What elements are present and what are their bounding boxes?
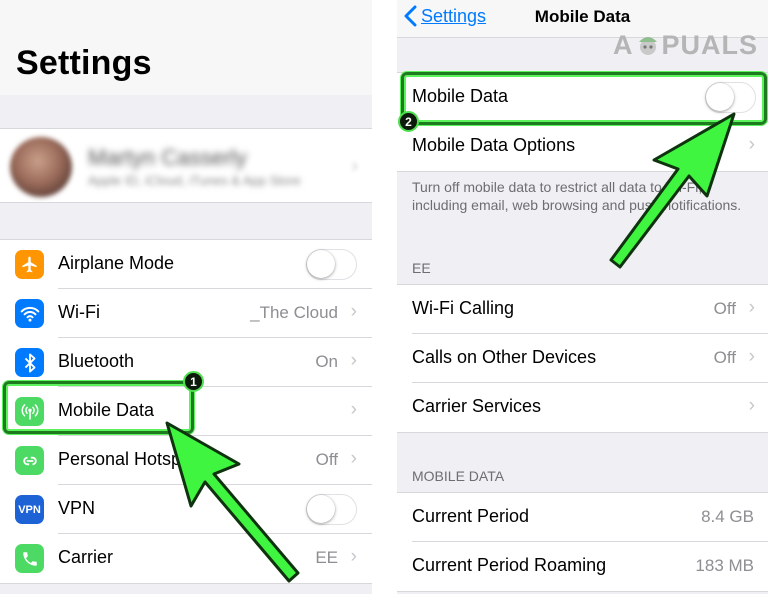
bluetooth-status-value: On xyxy=(315,352,338,371)
chevron-right-icon: › xyxy=(350,546,357,567)
chevron-right-icon: › xyxy=(351,155,358,177)
chevron-right-icon: › xyxy=(748,297,755,318)
mobile-data-options-label: Mobile Data Options xyxy=(412,135,576,155)
chevron-right-icon: › xyxy=(748,346,755,367)
carrier-services-row[interactable]: Carrier Services › xyxy=(397,383,768,432)
page-title: Settings xyxy=(16,44,152,82)
settings-row-label: Personal Hotspot xyxy=(58,449,197,469)
mobile-data-footnote: Turn off mobile data to restrict all dat… xyxy=(412,179,742,213)
airplane-icon xyxy=(15,250,44,279)
row-label: Carrier Services xyxy=(412,396,542,416)
mascot-logo-icon xyxy=(638,36,657,55)
appuals-watermark: A PUALS xyxy=(613,30,759,60)
row-value: 8.4 GB xyxy=(701,507,754,526)
step-badge-2: 2 xyxy=(398,111,419,132)
chevron-right-icon: › xyxy=(350,448,357,469)
row-value: Off xyxy=(713,299,736,318)
settings-header: Settings xyxy=(0,0,372,95)
airplane-mode-toggle[interactable] xyxy=(306,249,357,280)
phone-icon xyxy=(15,544,44,573)
ee-section-header: EE xyxy=(412,260,431,276)
wifi-network-value: _The Cloud xyxy=(250,303,338,322)
nav-title: Mobile Data xyxy=(534,7,631,26)
mobile-data-options-row[interactable]: Mobile Data Options › xyxy=(397,122,768,171)
settings-row-vpn[interactable]: VPN VPN xyxy=(0,485,372,534)
settings-row-wifi[interactable]: Wi-Fi _The Cloud › xyxy=(0,289,372,338)
chevron-right-icon: › xyxy=(350,350,357,371)
row-label: Current Period xyxy=(412,506,530,526)
settings-row-label: Bluetooth xyxy=(58,351,135,371)
settings-row-label: Wi-Fi xyxy=(58,302,100,322)
usage-group: Current Period 8.4 GB Current Period Roa… xyxy=(397,492,768,592)
settings-row-label: VPN xyxy=(58,498,96,518)
step-badge-1: 1 xyxy=(183,371,204,392)
wifi-calling-row[interactable]: Wi-Fi Calling Off › xyxy=(397,285,768,334)
profile-subtitle: Apple ID, iCloud, iTunes & App Store xyxy=(88,173,301,188)
row-value: Off xyxy=(713,348,736,367)
mobile-data-usage-header: MOBILE DATA xyxy=(412,468,505,484)
chevron-right-icon: › xyxy=(350,399,357,420)
highlight-mobile-data-toggle-row xyxy=(401,72,767,125)
ee-group: Wi-Fi Calling Off › Calls on Other Devic… xyxy=(397,284,768,433)
hotspot-status-value: Off xyxy=(315,450,338,469)
apple-id-card[interactable]: Martyn Casserly Apple ID, iCloud, iTunes… xyxy=(0,128,372,203)
chevron-right-icon: › xyxy=(350,301,357,322)
bluetooth-icon xyxy=(15,348,44,377)
panel-divider xyxy=(372,0,397,594)
profile-name: Martyn Casserly xyxy=(88,145,247,170)
current-period-row: Current Period 8.4 GB xyxy=(397,493,768,542)
settings-row-label: Airplane Mode xyxy=(58,253,175,273)
wifi-icon xyxy=(15,299,44,328)
highlight-mobile-data-row xyxy=(3,381,194,434)
hotspot-icon xyxy=(15,446,44,475)
avatar xyxy=(10,137,72,197)
row-label: Calls on Other Devices xyxy=(412,347,597,367)
settings-row-label: Carrier xyxy=(58,547,114,567)
calls-on-other-devices-row[interactable]: Calls on Other Devices Off › xyxy=(397,334,768,383)
chevron-right-icon: › xyxy=(748,134,755,155)
chevron-right-icon: › xyxy=(748,395,755,416)
current-period-roaming-row: Current Period Roaming 183 MB xyxy=(397,542,768,591)
settings-row-carrier[interactable]: Carrier EE › xyxy=(0,534,372,583)
row-label: Current Period Roaming xyxy=(412,555,607,575)
vpn-toggle[interactable] xyxy=(306,494,357,525)
settings-row-personal-hotspot[interactable]: Personal Hotspot Off › xyxy=(0,436,372,485)
row-value: 183 MB xyxy=(695,556,754,575)
row-label: Wi-Fi Calling xyxy=(412,298,515,318)
settings-screen: Settings Martyn Casserly Apple ID, iClou… xyxy=(0,0,372,594)
settings-row-airplane-mode[interactable]: Airplane Mode xyxy=(0,240,372,289)
carrier-value: EE xyxy=(315,548,338,567)
vpn-icon: VPN xyxy=(15,495,44,524)
